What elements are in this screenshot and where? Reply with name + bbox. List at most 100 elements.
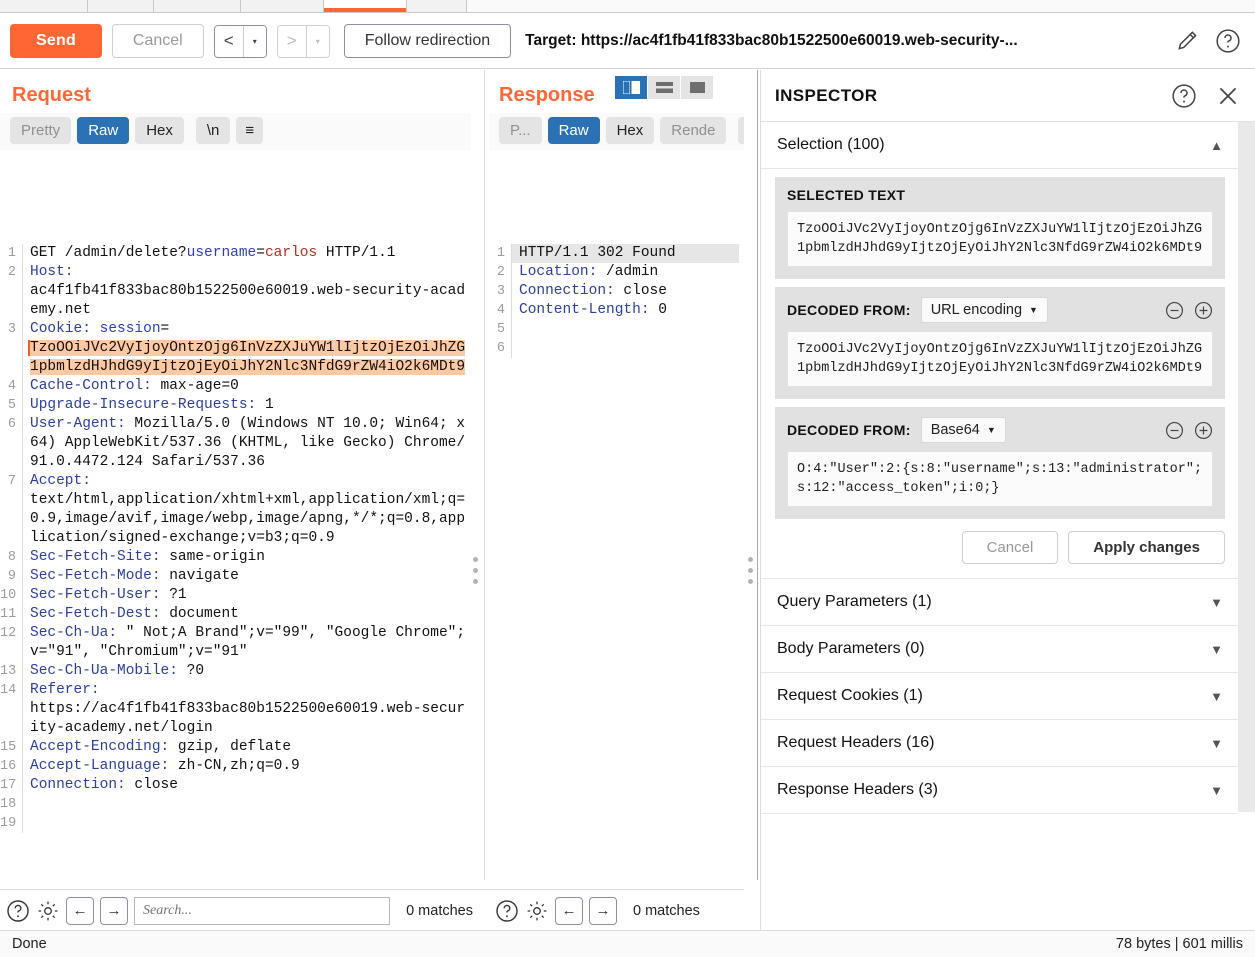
code-span: max-age=0 bbox=[151, 378, 239, 394]
back-dropdown-caret-icon[interactable]: ▾ bbox=[243, 25, 266, 57]
code-line: 11 Sec-Fetch-Dest: document bbox=[0, 605, 471, 624]
code-line: 6 User-Agent: Mozilla/5.0 (Windows NT 10.… bbox=[0, 415, 471, 472]
remove-decoder-icon[interactable] bbox=[1165, 421, 1184, 440]
add-decoder-icon[interactable] bbox=[1194, 421, 1213, 440]
code-line-text: TzoOOiJVc2VyIjoyOntzOjg6InVzZXJuYW1lIjtz… bbox=[22, 339, 471, 377]
search-next-button[interactable]: → bbox=[100, 896, 128, 925]
search-prev-button[interactable]: ← bbox=[66, 896, 94, 925]
remove-decoder-icon[interactable] bbox=[1165, 301, 1184, 320]
decoded-url-value[interactable]: TzoOOiJVc2VyIjoyOntzOjg6InVzZXJuYW1lIjtz… bbox=[787, 331, 1213, 387]
help-icon[interactable] bbox=[495, 899, 519, 923]
line-number: 1 bbox=[7, 246, 16, 261]
cancel-button[interactable]: Cancel bbox=[961, 531, 1059, 564]
section-selection[interactable]: Selection (100) ▲ bbox=[761, 122, 1239, 169]
line-number: 4 bbox=[496, 303, 505, 318]
highlighted-selection: TzoOOiJVc2VyIjoyOntzOjg6InVzZXJuYW1lIjtz… bbox=[28, 340, 466, 375]
request-editor[interactable]: 1 GET /admin/delete?username=carlos HTTP/… bbox=[0, 244, 471, 944]
add-decoder-icon[interactable] bbox=[1194, 301, 1213, 320]
code-line-text: HTTP/1.1 302 Found bbox=[511, 244, 739, 263]
code-line-text: Host: bbox=[22, 263, 471, 282]
search-prev-button[interactable]: ← bbox=[555, 896, 583, 925]
decoder-select-url-value: URL encoding bbox=[930, 302, 1023, 318]
tab-request-raw[interactable]: Raw bbox=[77, 117, 130, 144]
response-editor[interactable]: 1 HTTP/1.1 302 Found 2 Location: /admin 3 Con… bbox=[489, 244, 739, 944]
tab-response-hex[interactable]: Hex bbox=[605, 117, 655, 144]
section-request-cookies[interactable]: Request Cookies (1) ▼ bbox=[761, 673, 1239, 720]
code-line-text: Sec-Fetch-Dest: document bbox=[22, 605, 471, 624]
chevron-down-icon[interactable]: ▼ bbox=[1210, 783, 1223, 798]
inspector-scrollbar-thumb[interactable] bbox=[1238, 122, 1255, 812]
request-response-splitter[interactable] bbox=[471, 70, 489, 880]
selected-text-value[interactable]: TzoOOiJVc2VyIjoyOntzOjg6InVzZXJuYW1lIjtz… bbox=[787, 211, 1213, 267]
section-body-parameters[interactable]: Body Parameters (0) ▼ bbox=[761, 626, 1239, 673]
code-line-text: ac4f1fb41f833bac80b1522500e60019.web-sec… bbox=[22, 282, 471, 320]
inspector-scrollbar[interactable] bbox=[1238, 122, 1255, 957]
history-forward-group[interactable]: > ▾ bbox=[276, 24, 330, 58]
tab-slot-2[interactable] bbox=[88, 0, 154, 12]
send-button[interactable]: Send bbox=[10, 24, 102, 58]
gear-icon[interactable] bbox=[36, 899, 60, 923]
line-number: 3 bbox=[496, 284, 505, 299]
apply-changes-button[interactable]: Apply changes bbox=[1068, 531, 1225, 564]
close-icon[interactable] bbox=[1215, 83, 1241, 109]
section-response-headers[interactable]: Response Headers (3) ▼ bbox=[761, 767, 1239, 814]
splitter-grip[interactable] bbox=[473, 557, 478, 590]
inspector-panel: INSPECTOR Selection (100) ▲ SELECTED TEX… bbox=[760, 70, 1255, 957]
code-line-text: GET /admin/delete?username=carlos HTTP/1… bbox=[22, 244, 471, 263]
code-line: 4 Content-Length: 0 bbox=[489, 301, 739, 320]
code-line-text: Referer: bbox=[22, 681, 471, 700]
code-line-text: Sec-Fetch-Site: same-origin bbox=[22, 548, 471, 567]
help-icon[interactable] bbox=[6, 899, 30, 923]
split-vertical-view-icon[interactable] bbox=[615, 76, 647, 99]
tab-slot-1[interactable] bbox=[0, 0, 88, 12]
back-arrow-icon[interactable]: < bbox=[214, 25, 243, 57]
chevron-down-icon[interactable]: ▼ bbox=[1210, 595, 1223, 610]
decoded-base64-value[interactable]: O:4:"User":2:{s:8:"username";s:13:"admin… bbox=[787, 451, 1213, 507]
forward-arrow-icon[interactable]: > bbox=[277, 25, 306, 57]
splitter-grip[interactable] bbox=[748, 557, 753, 590]
code-line-text: Connection: close bbox=[22, 776, 471, 795]
cancel-button[interactable]: Cancel bbox=[111, 24, 204, 58]
split-horizontal-view-icon[interactable] bbox=[648, 76, 680, 99]
response-search-bar: ← → 0 matches bbox=[489, 889, 744, 931]
chevron-down-icon[interactable]: ▼ bbox=[1210, 689, 1223, 704]
pencil-icon[interactable] bbox=[1175, 28, 1201, 54]
tab-request-newline[interactable]: \n bbox=[195, 117, 231, 144]
code-line-text: User-Agent: Mozilla/5.0 (Windows NT 10.0… bbox=[22, 415, 471, 472]
tab-request-hex[interactable]: Hex bbox=[135, 117, 184, 144]
code-span: Sec-Fetch-Mode: bbox=[30, 568, 161, 584]
forward-dropdown-caret-icon[interactable]: ▾ bbox=[306, 25, 329, 57]
tab-slot-4[interactable] bbox=[241, 0, 324, 12]
tab-response-raw[interactable]: Raw bbox=[547, 117, 600, 144]
section-query-parameters[interactable]: Query Parameters (1) ▼ bbox=[761, 579, 1239, 626]
selected-text-label: SELECTED TEXT bbox=[787, 187, 906, 203]
gear-icon[interactable] bbox=[525, 899, 549, 923]
request-menu-icon[interactable]: ≡ bbox=[236, 117, 264, 144]
section-request-headers[interactable]: Request Headers (16) ▼ bbox=[761, 720, 1239, 767]
code-span: Host: bbox=[30, 264, 74, 280]
follow-redirection-button[interactable]: Follow redirection bbox=[343, 24, 512, 58]
tab-slot-active[interactable] bbox=[324, 0, 407, 12]
request-match-count: 0 matches bbox=[406, 902, 473, 919]
request-search-input[interactable] bbox=[134, 896, 391, 925]
tab-response-pretty[interactable]: P... bbox=[499, 117, 542, 144]
chevron-down-icon[interactable]: ▼ bbox=[1210, 642, 1223, 657]
history-back-group[interactable]: < ▾ bbox=[213, 24, 267, 58]
response-tabs: P... Raw Hex Rende \n bbox=[489, 113, 773, 150]
chevron-down-icon[interactable]: ▼ bbox=[1210, 736, 1223, 751]
search-next-button[interactable]: → bbox=[589, 896, 617, 925]
decoder-select-url[interactable]: URL encoding ▼ bbox=[920, 297, 1048, 323]
tab-slot-3[interactable] bbox=[154, 0, 241, 12]
response-inspector-splitter[interactable] bbox=[744, 70, 760, 880]
code-line-text: Sec-Fetch-Mode: navigate bbox=[22, 567, 471, 586]
tab-request-pretty[interactable]: Pretty bbox=[10, 117, 72, 144]
chevron-up-icon[interactable]: ▲ bbox=[1210, 138, 1223, 153]
code-span: Content-Length: bbox=[519, 302, 650, 318]
tab-slot-6[interactable] bbox=[407, 0, 467, 12]
help-icon[interactable] bbox=[1215, 28, 1241, 54]
decoder-select-base64[interactable]: Base64 ▼ bbox=[920, 417, 1006, 443]
code-span: User-Agent: bbox=[30, 416, 126, 432]
tab-response-render[interactable]: Rende bbox=[660, 117, 727, 144]
single-pane-view-icon[interactable] bbox=[681, 76, 713, 99]
help-icon[interactable] bbox=[1171, 83, 1197, 109]
